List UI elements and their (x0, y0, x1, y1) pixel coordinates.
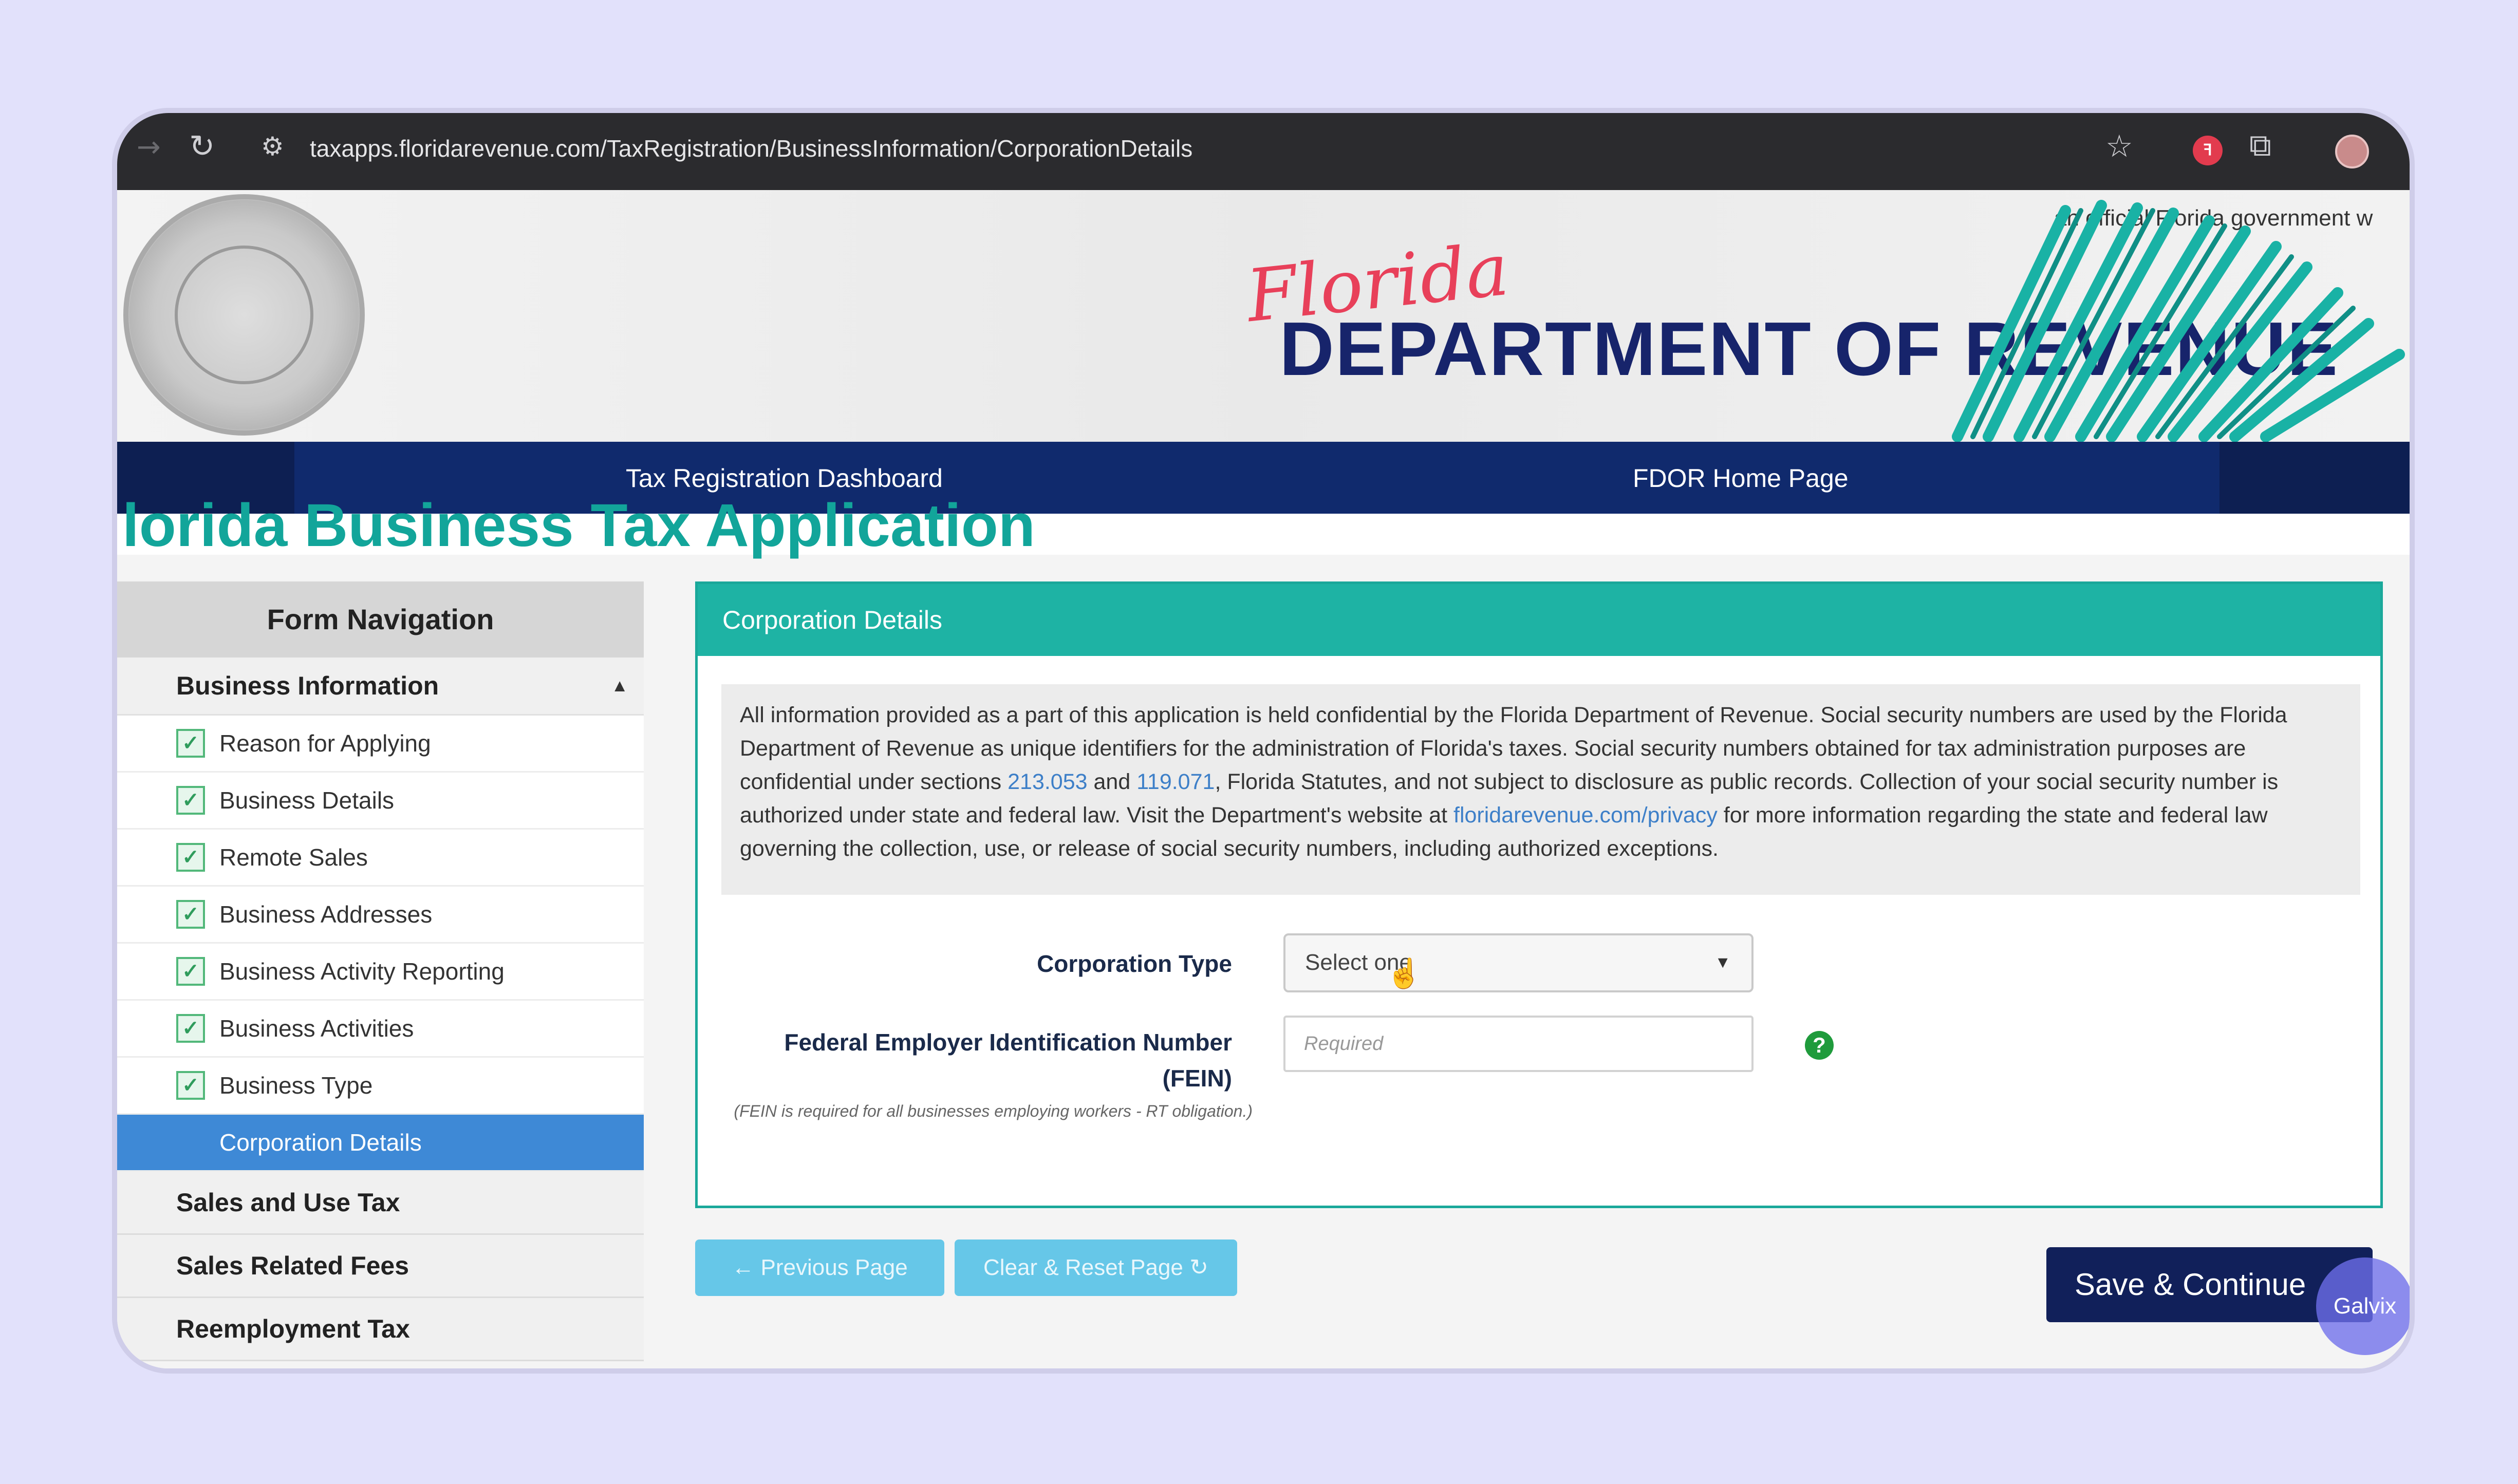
forward-icon[interactable]: → (137, 130, 161, 164)
site-settings-icon[interactable]: ⚙ (261, 132, 284, 161)
checkbox-checked-icon: ✓ (176, 956, 205, 986)
nav-item-reason-for-applying[interactable]: ✓ Reason for Applying (117, 716, 644, 773)
refresh-icon: ↻ (1183, 1255, 1208, 1280)
bookmark-star-icon[interactable]: ☆ (2105, 128, 2133, 164)
fein-label: Federal Employer Identification Number (… (784, 1029, 1232, 1092)
panel-title: Corporation Details (698, 584, 2380, 656)
previous-page-button[interactable]: ← Previous Page (695, 1239, 944, 1296)
browser-toolbar: → ↻ ⚙ taxapps.floridarevenue.com/TaxRegi… (117, 113, 2410, 190)
page-title: lorida Business Tax Application (122, 492, 1035, 559)
section-sales-related-fees[interactable]: Sales Related Fees (117, 1235, 644, 1298)
extensions-puzzle-icon[interactable]: ⧉ (2249, 127, 2271, 163)
nav-item-business-type[interactable]: ✓ Business Type (117, 1058, 644, 1115)
checkbox-checked-icon: ✓ (176, 1070, 205, 1100)
fein-requirement-note: (FEIN is required for all businesses emp… (734, 1102, 1253, 1120)
nav-item-business-activities[interactable]: ✓ Business Activities (117, 1001, 644, 1058)
section-reemployment-tax[interactable]: Reemployment Tax (117, 1298, 644, 1361)
form-navigation: Form Navigation Business Information ▲ ✓… (117, 581, 644, 1361)
checkbox-checked-icon: ✓ (176, 785, 205, 815)
pointer-cursor-icon: ☝ (1386, 957, 1422, 989)
confidentiality-notice: All information provided as a part of th… (721, 684, 2360, 895)
browser-window: → ↻ ⚙ taxapps.floridarevenue.com/TaxRegi… (117, 113, 2410, 1368)
reload-icon[interactable]: ↻ (189, 128, 215, 164)
privacy-link[interactable]: floridarevenue.com/privacy (1453, 803, 1718, 828)
clear-reset-page-button[interactable]: Clear & Reset Page ↻ (955, 1239, 1237, 1296)
section-label: Business Information (176, 671, 439, 700)
checkbox-checked-icon: ✓ (176, 842, 205, 872)
arrow-left-icon: ← (732, 1255, 761, 1280)
form-navigation-title: Form Navigation (117, 581, 644, 658)
checkbox-checked-icon: ✓ (176, 1013, 205, 1043)
header-banner: an official Florida government w Florida… (117, 190, 2410, 442)
fdor-home-page-link[interactable]: FDOR Home Page (1633, 463, 1849, 493)
dropdown-arrow-icon: ▼ (1714, 953, 1731, 971)
tax-registration-dashboard-link[interactable]: Tax Registration Dashboard (626, 463, 943, 493)
address-bar[interactable]: taxapps.floridarevenue.com/TaxRegistrati… (310, 135, 1192, 162)
state-seal-logo (123, 194, 365, 436)
corporation-type-label: Corporation Type (1037, 950, 1232, 977)
caret-up-icon: ▲ (611, 676, 628, 696)
statute-213-053-link[interactable]: 213.053 (1008, 769, 1087, 794)
checkbox-checked-icon: ✓ (176, 899, 205, 929)
extension-icon[interactable]: ꟻ (2193, 136, 2223, 165)
nav-item-corporation-details[interactable]: Corporation Details (117, 1115, 644, 1172)
checkbox-checked-icon: ✓ (176, 728, 205, 758)
help-question-icon[interactable]: ? (1805, 1031, 1834, 1060)
section-sales-and-use-tax[interactable]: Sales and Use Tax (117, 1172, 644, 1235)
corporation-type-select[interactable]: Select one ▼ (1283, 933, 1754, 992)
nav-item-business-addresses[interactable]: ✓ Business Addresses (117, 887, 644, 944)
nav-item-remote-sales[interactable]: ✓ Remote Sales (117, 830, 644, 887)
nav-item-business-activity-reporting[interactable]: ✓ Business Activity Reporting (117, 944, 644, 1001)
nav-item-business-details[interactable]: ✓ Business Details (117, 773, 644, 830)
fein-input[interactable]: Required (1283, 1016, 1754, 1072)
profile-avatar[interactable] (2335, 135, 2369, 168)
statute-119-071-link[interactable]: 119.071 (1136, 769, 1215, 794)
palm-leaf-graphic (1952, 200, 2405, 442)
section-business-information[interactable]: Business Information ▲ (117, 658, 644, 716)
galvix-overlay-badge[interactable]: Galvix (2316, 1257, 2410, 1355)
corporation-details-panel: Corporation Details All information prov… (695, 581, 2383, 1208)
